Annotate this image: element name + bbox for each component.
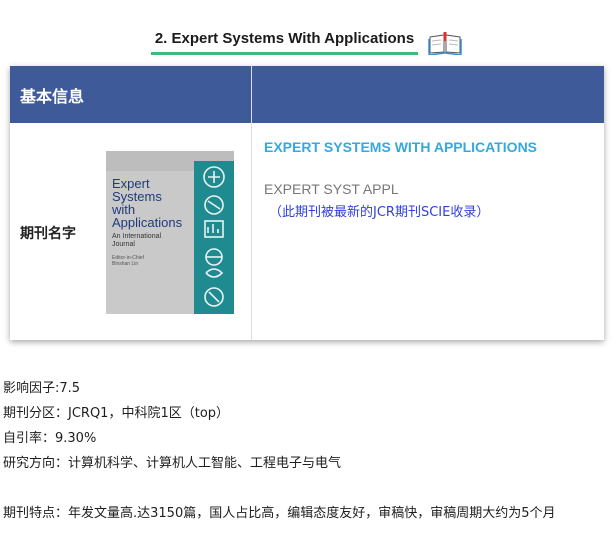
journal-full-name: EXPERT SYSTEMS WITH APPLICATIONS: [264, 139, 538, 155]
cover-title: Expert Systems with Applications: [112, 176, 183, 230]
journal-abbreviation: EXPERT SYST APPL: [264, 181, 399, 197]
cover-icon-panel: [194, 161, 234, 314]
journal-detail-cell: EXPERT SYSTEMS WITH APPLICATIONS EXPERT …: [252, 123, 604, 340]
journal-cover-image: Expert Systems with Applications An Inte…: [106, 151, 234, 314]
header-empty-cell: [252, 66, 604, 123]
cover-editors: Editor-in-Chief Binshan Lin: [112, 255, 144, 267]
research-directions: 研究方向：计算机科学、计算机人工智能、工程电子与电气: [3, 456, 342, 471]
table-header: 基本信息: [10, 66, 604, 123]
self-citation-rate: 自引率：9.30%: [3, 431, 97, 446]
journal-partition: 期刊分区：JCRQ1，中科院1区（top）: [3, 406, 230, 421]
title-section: 2. Expert Systems With Applications: [0, 28, 613, 55]
journal-name-cell: 期刊名字 Expert Systems with Applications An…: [10, 123, 252, 340]
row-label: 期刊名字: [20, 226, 76, 242]
journal-info-table: 基本信息 期刊名字 Expert Systems with Applicatio…: [10, 66, 604, 340]
header-label: 基本信息: [10, 66, 252, 123]
journal-features: 期刊特点：年发文量高.达3150篇，国人占比高，编辑态度友好，审稿快，审稿周期大…: [3, 506, 556, 521]
open-book-icon: [428, 31, 462, 55]
cover-subtitle: An International Journal: [112, 233, 162, 248]
page-title: 2. Expert Systems With Applications: [150, 30, 419, 55]
impact-factor: 影响因子:7.5: [3, 381, 81, 396]
indexing-note: （此期刊被最新的JCR期刊SCIE收录）: [269, 205, 490, 220]
table-row: 期刊名字 Expert Systems with Applications An…: [10, 123, 604, 340]
journal-details: 影响因子:7.5 期刊分区：JCRQ1，中科院1区（top） 自引率：9.30%…: [3, 376, 556, 526]
